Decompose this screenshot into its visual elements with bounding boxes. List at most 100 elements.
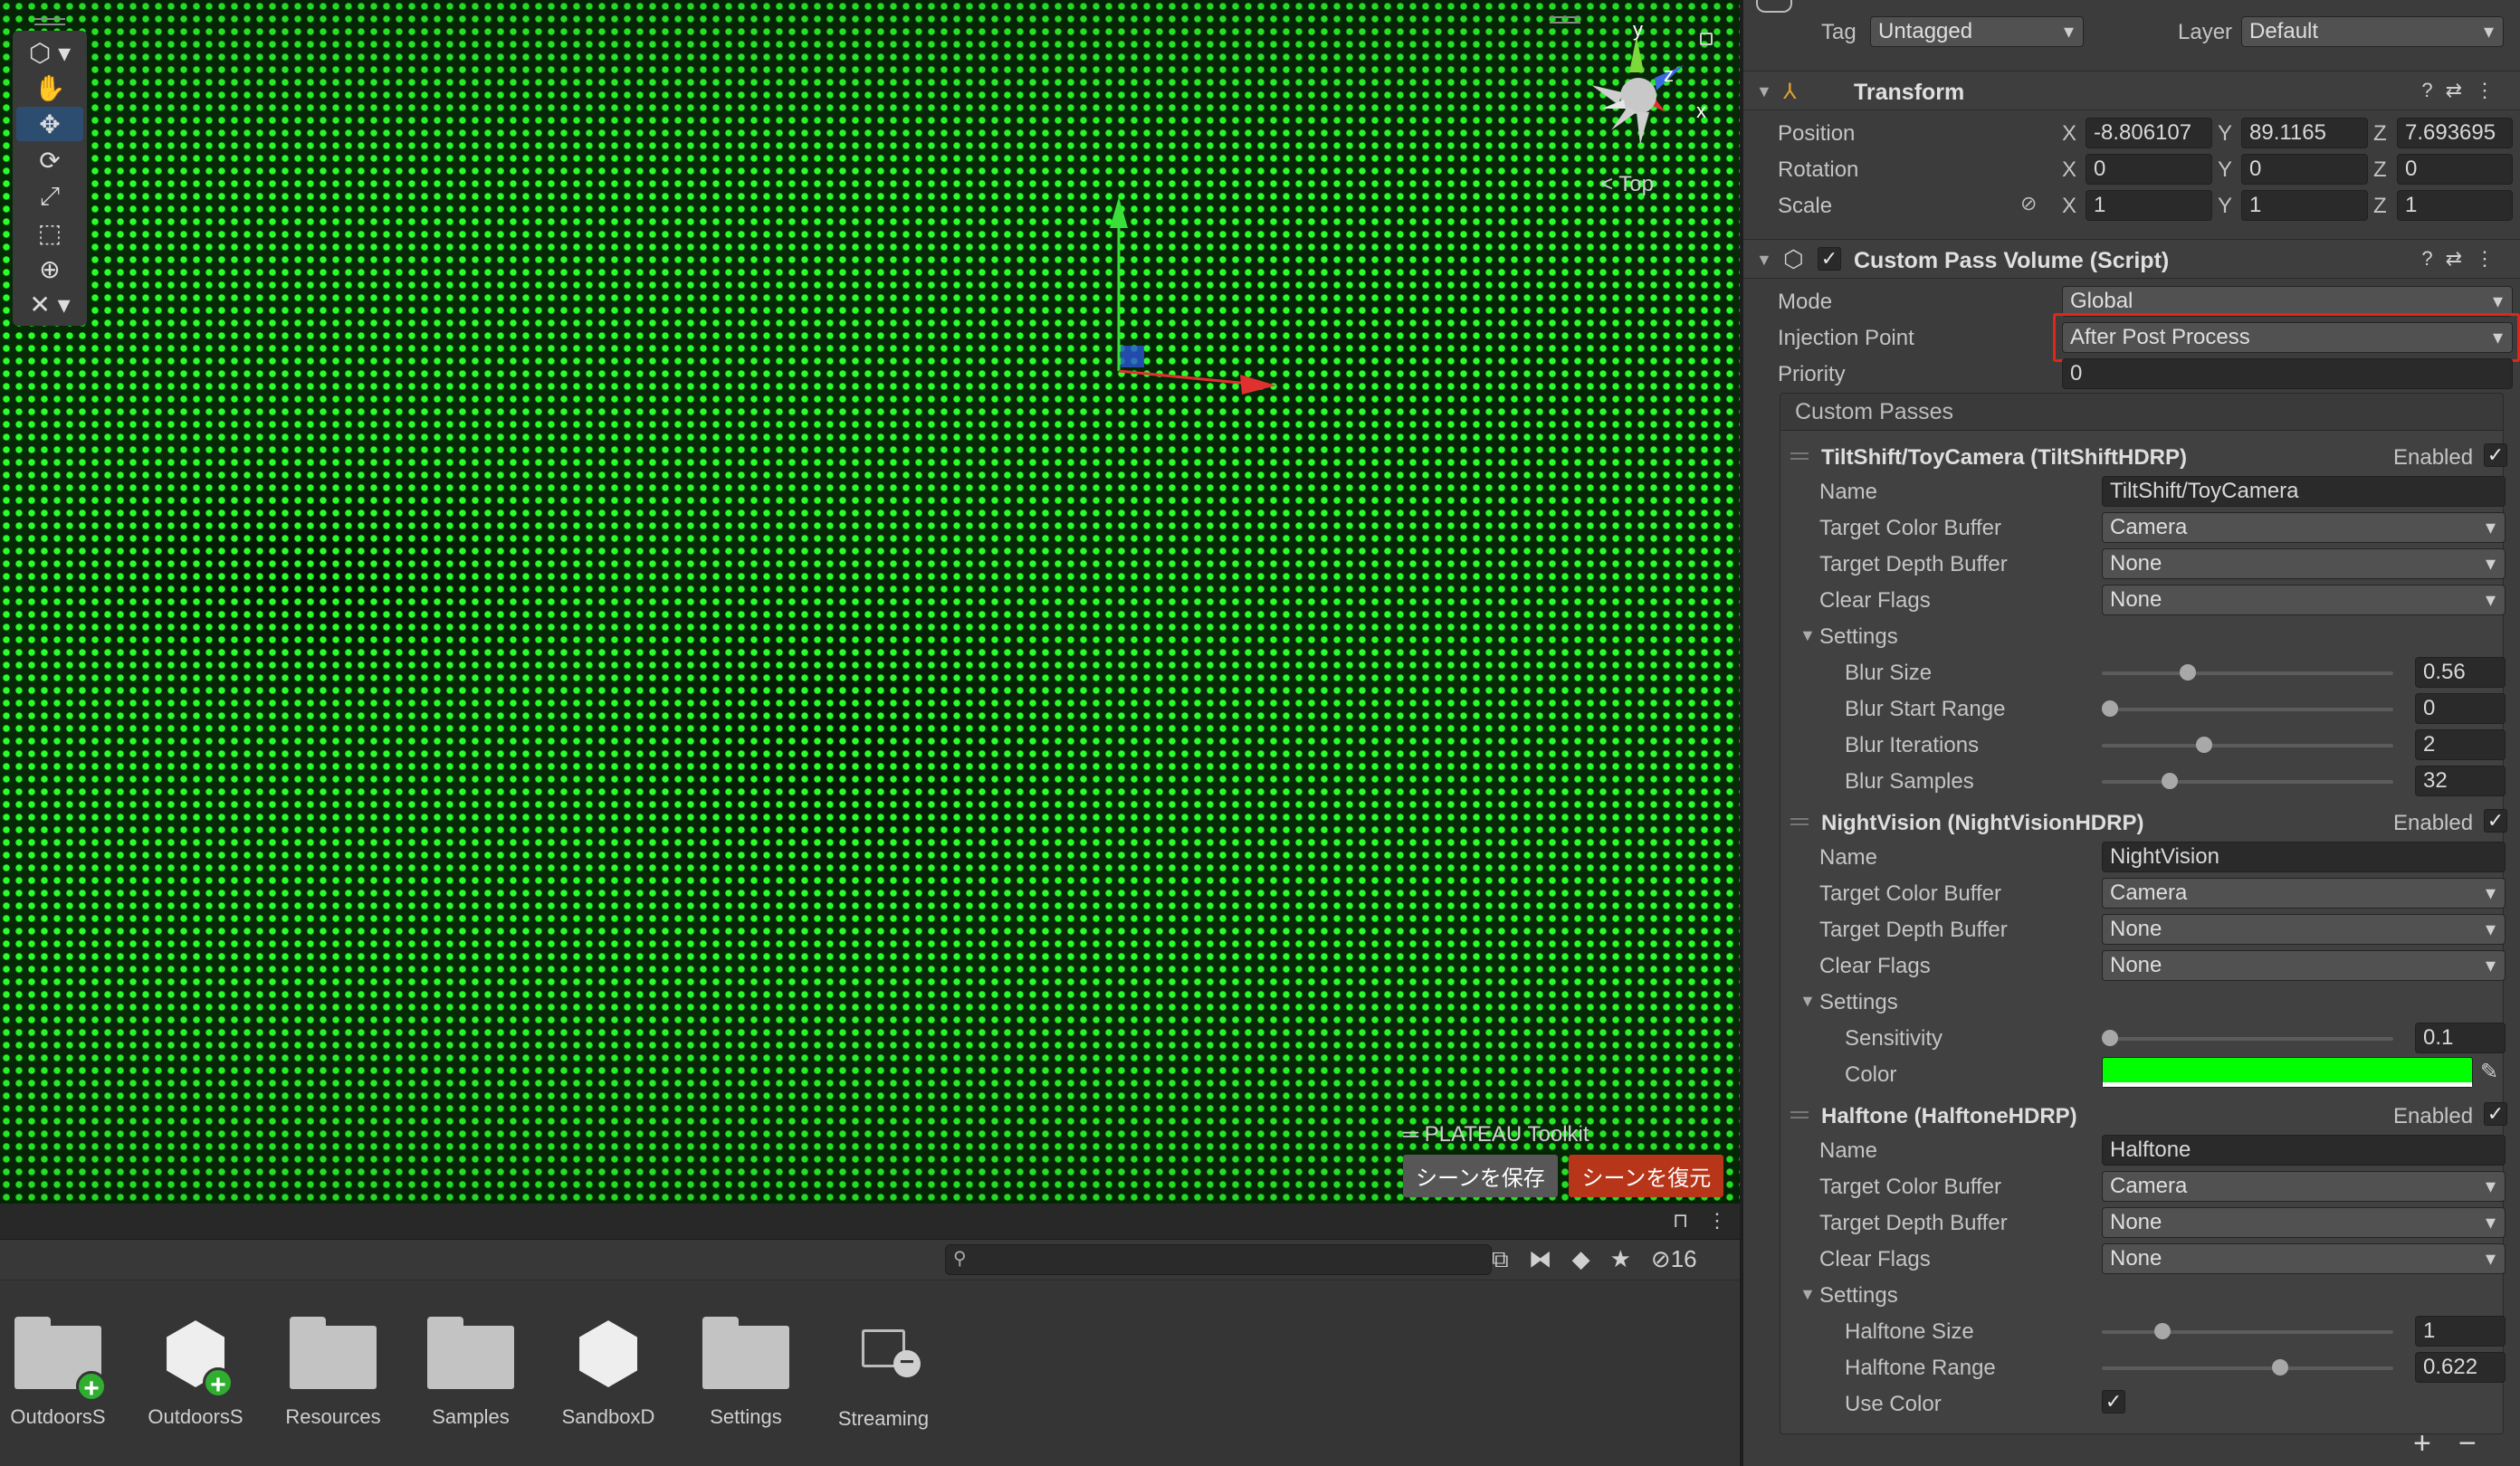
- pass-enabled-checkbox[interactable]: ✓: [2484, 443, 2507, 467]
- target-color-buffer-dropdown[interactable]: Camera: [2102, 1171, 2506, 1202]
- halftone-range-field[interactable]: 0.622: [2415, 1352, 2506, 1383]
- custom-tool-icon[interactable]: ✕ ▾: [16, 288, 83, 320]
- blur-iterations-slider-track[interactable]: [2102, 744, 2393, 747]
- more-menu-icon[interactable]: ⋮: [1707, 1209, 1727, 1233]
- pass-enabled-checkbox[interactable]: ✓: [2484, 809, 2507, 833]
- blur-size-field[interactable]: 0.56: [2415, 657, 2506, 688]
- restore-scene-button[interactable]: シーンを復元: [1569, 1155, 1724, 1197]
- settings-label[interactable]: Settings: [1819, 990, 1898, 1015]
- drag-handle-icon[interactable]: [1790, 452, 1809, 460]
- foldout-arrow-icon[interactable]: ▼: [1799, 1285, 1816, 1304]
- view-options-icon[interactable]: ⬡ ▾: [16, 36, 83, 69]
- search-by-label-icon[interactable]: ⧓: [1529, 1245, 1552, 1274]
- position-x-field[interactable]: -8.806107: [2086, 118, 2212, 148]
- sensitivity-slider-knob[interactable]: [2102, 1030, 2118, 1046]
- favorite-star-icon[interactable]: ★: [1610, 1245, 1631, 1274]
- more-menu-icon[interactable]: ⋮: [2475, 79, 2507, 101]
- custom-pass-volume-header[interactable]: ▼ ⬡ ✓ Custom Pass Volume (Script) ?⇄⋮: [1743, 239, 2520, 279]
- target-color-buffer-dropdown[interactable]: Camera: [2102, 878, 2506, 909]
- halftone-range-slider-knob[interactable]: [2272, 1359, 2288, 1376]
- tag-dropdown[interactable]: Untagged: [1870, 16, 2084, 47]
- transform-header[interactable]: ▼ ⅄ Transform ?⇄⋮: [1743, 71, 2520, 110]
- target-color-buffer-dropdown[interactable]: Camera: [2102, 512, 2506, 543]
- scene-overlay-grip[interactable]: [1550, 16, 1580, 24]
- blur-size-slider-knob[interactable]: [2180, 664, 2196, 681]
- scale-tool-icon[interactable]: ⤢: [16, 179, 83, 214]
- pass-name-field[interactable]: TiltShift/ToyCamera: [2102, 476, 2506, 507]
- position-z-field[interactable]: 7.693695: [2397, 118, 2513, 148]
- orientation-gizmo[interactable]: y z x: [1584, 18, 1711, 154]
- search-by-type-icon[interactable]: ⧉: [1492, 1245, 1509, 1274]
- pass-enabled-checkbox[interactable]: ✓: [2484, 1102, 2507, 1126]
- target-depth-buffer-dropdown[interactable]: None: [2102, 914, 2506, 945]
- rotate-tool-icon[interactable]: ⟳: [16, 143, 83, 177]
- halftone-size-slider-track[interactable]: [2102, 1330, 2393, 1334]
- asset-item[interactable]: − Streaming: [820, 1317, 947, 1431]
- color-swatch[interactable]: [2102, 1057, 2473, 1088]
- scale-y-field[interactable]: 1: [2241, 190, 2368, 221]
- custom-passes-header[interactable]: Custom Passes: [1780, 393, 2504, 431]
- tag-icon[interactable]: ◆: [1572, 1245, 1590, 1274]
- view-mode-label[interactable]: < Top: [1600, 172, 1654, 197]
- blur-start-range-field[interactable]: 0: [2415, 693, 2506, 724]
- target-depth-buffer-dropdown[interactable]: None: [2102, 1207, 2506, 1238]
- pass-title[interactable]: NightVision (NightVisionHDRP): [1821, 811, 2143, 836]
- clear-flags-dropdown[interactable]: None: [2102, 950, 2506, 981]
- halftone-size-field[interactable]: 1: [2415, 1316, 2506, 1347]
- blur-iterations-slider-knob[interactable]: [2196, 737, 2212, 753]
- drag-handle-icon[interactable]: [1790, 1111, 1809, 1119]
- sensitivity-field[interactable]: 0.1: [2415, 1023, 2506, 1053]
- clear-flags-dropdown[interactable]: None: [2102, 585, 2506, 615]
- foldout-arrow-icon[interactable]: ▼: [1799, 626, 1816, 645]
- mode-dropdown[interactable]: Global: [2062, 286, 2513, 317]
- hidden-packages-icon[interactable]: ⊘16: [1651, 1245, 1697, 1274]
- halftone-size-slider-knob[interactable]: [2154, 1323, 2171, 1339]
- help-icon[interactable]: ?: [2421, 79, 2445, 101]
- blur-size-slider-track[interactable]: [2102, 671, 2393, 675]
- blur-iterations-field[interactable]: 2: [2415, 729, 2506, 760]
- sensitivity-slider-track[interactable]: [2102, 1037, 2393, 1041]
- target-depth-buffer-dropdown[interactable]: None: [2102, 548, 2506, 579]
- asset-item[interactable]: ⬢ + OutdoorsS: [132, 1308, 259, 1429]
- scene-view[interactable]: ⬡ ▾ ✋ ✥ ⟳ ⤢ ⬚ ⊕ ✕ ▾ y z x < Top ═ PLATEA…: [0, 0, 1740, 1204]
- priority-field[interactable]: 0: [2062, 358, 2513, 389]
- blur-start-range-slider-knob[interactable]: [2102, 700, 2118, 717]
- asset-item[interactable]: Samples: [407, 1317, 534, 1429]
- asset-item[interactable]: ⬢ SandboxD: [545, 1308, 672, 1429]
- component-enabled-checkbox[interactable]: ✓: [1818, 247, 1841, 271]
- settings-label[interactable]: Settings: [1819, 1283, 1898, 1309]
- blur-start-range-slider-track[interactable]: [2102, 708, 2393, 711]
- use-color-checkbox[interactable]: ✓: [2102, 1390, 2125, 1414]
- layer-dropdown[interactable]: Default: [2241, 16, 2504, 47]
- scale-x-field[interactable]: 1: [2086, 190, 2212, 221]
- move-tool-icon[interactable]: ✥: [16, 107, 83, 141]
- grip-icon[interactable]: ═: [1403, 1122, 1425, 1147]
- blur-samples-slider-track[interactable]: [2102, 780, 2393, 784]
- pass-title[interactable]: Halftone (HalftoneHDRP): [1821, 1104, 2077, 1129]
- rotation-x-field[interactable]: 0: [2086, 154, 2212, 185]
- rotation-z-field[interactable]: 0: [2397, 154, 2513, 185]
- asset-item[interactable]: Resources: [270, 1317, 396, 1429]
- remove-pass-icon[interactable]: −: [2458, 1426, 2477, 1461]
- drag-handle-icon[interactable]: [1790, 818, 1809, 825]
- presets-icon[interactable]: ⇄: [2446, 247, 2475, 270]
- more-menu-icon[interactable]: ⋮: [2475, 247, 2507, 270]
- pass-title[interactable]: TiltShift/ToyCamera (TiltShiftHDRP): [1821, 445, 2187, 471]
- help-icon[interactable]: ?: [2421, 247, 2445, 270]
- save-scene-button[interactable]: シーンを保存: [1403, 1155, 1558, 1197]
- foldout-arrow-icon[interactable]: ▼: [1756, 82, 1772, 101]
- add-pass-icon[interactable]: +: [2413, 1426, 2431, 1461]
- pass-name-field[interactable]: Halftone: [2102, 1135, 2506, 1166]
- hand-tool-icon[interactable]: ✋: [16, 71, 83, 105]
- blur-samples-field[interactable]: 32: [2415, 766, 2506, 796]
- asset-item[interactable]: Settings: [682, 1317, 809, 1429]
- foldout-arrow-icon[interactable]: ▼: [1756, 251, 1772, 270]
- blur-samples-slider-knob[interactable]: [2162, 773, 2178, 789]
- settings-label[interactable]: Settings: [1819, 624, 1898, 650]
- position-y-field[interactable]: 89.1165: [2241, 118, 2368, 148]
- transform-tool-icon[interactable]: ⊕: [16, 252, 83, 286]
- pass-name-field[interactable]: NightVision: [2102, 842, 2506, 872]
- foldout-arrow-icon[interactable]: ▼: [1799, 992, 1816, 1011]
- asset-item[interactable]: + OutdoorsS: [0, 1317, 121, 1429]
- eyedropper-icon[interactable]: ✎: [2480, 1059, 2498, 1085]
